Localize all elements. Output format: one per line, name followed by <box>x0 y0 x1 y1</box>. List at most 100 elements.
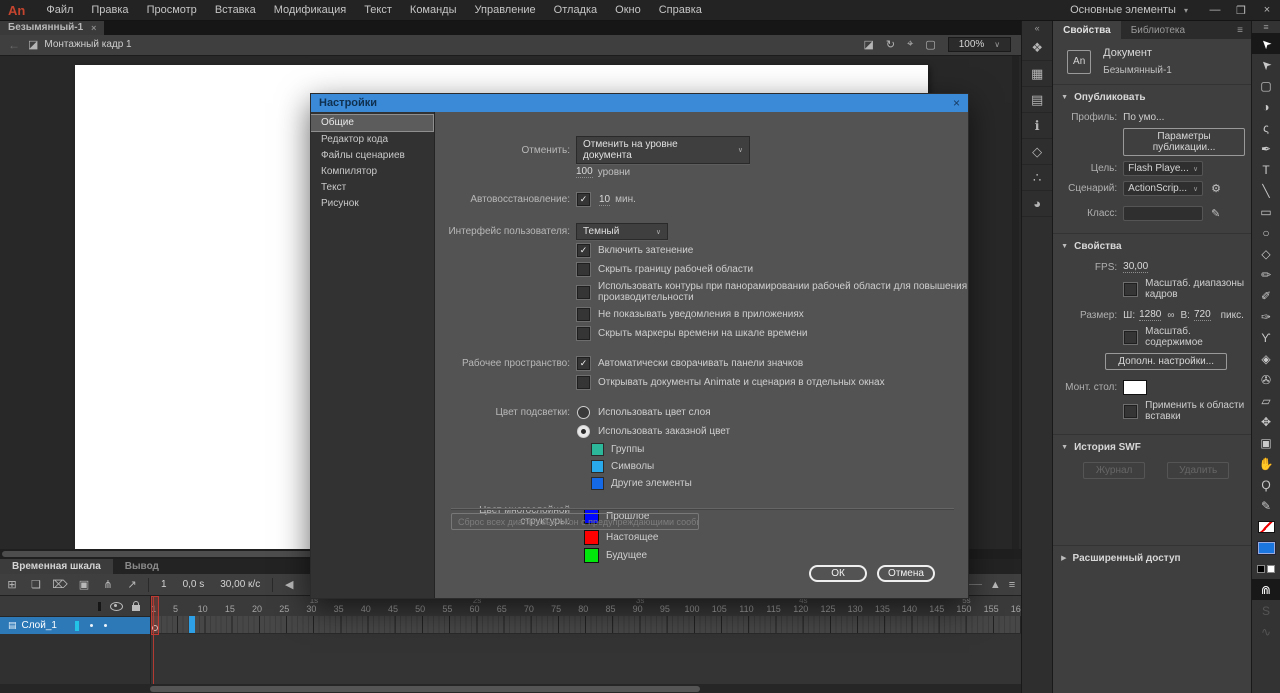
expand-panels-icon[interactable]: « <box>1035 23 1040 35</box>
back-arrow-icon[interactable]: ← <box>0 38 28 52</box>
onion-color-swatch[interactable] <box>584 530 599 545</box>
free-transform-tool[interactable]: ▢ <box>1252 75 1280 96</box>
workspace-option-checkbox[interactable]: ✓ Автоматически сворачивать панели значко… <box>576 356 803 371</box>
motion-presets-panel-icon[interactable]: ∴ <box>1022 165 1053 191</box>
color-swatch[interactable] <box>591 443 604 456</box>
selected-frame-cell[interactable] <box>189 616 195 634</box>
menu-item[interactable]: Отладка <box>545 4 606 16</box>
radio-button[interactable] <box>577 406 590 419</box>
ui-option-checkbox[interactable]: Не показывать уведомления в приложениях <box>576 307 804 322</box>
ok-button[interactable]: ОК <box>809 565 867 582</box>
default-swap-colors[interactable] <box>1252 558 1280 579</box>
profile-value[interactable]: По умо... <box>1123 112 1164 123</box>
subselection-tool[interactable]: ➤ <box>1252 54 1280 75</box>
cancel-button[interactable]: Отмена <box>877 565 935 582</box>
menu-item[interactable]: Правка <box>82 4 137 16</box>
autorecovery-checkbox[interactable]: ✓ <box>577 193 590 206</box>
new-folder-icon[interactable]: ❏ <box>24 578 48 591</box>
menu-item[interactable]: Файл <box>37 4 82 16</box>
swatches-panel-icon[interactable]: ▦ <box>1022 61 1053 87</box>
selection-tool[interactable]: ➤ <box>1252 33 1280 54</box>
ui-theme-dropdown[interactable]: Темный ∨ <box>576 223 668 240</box>
tab-close-icon[interactable]: × <box>91 23 96 33</box>
oval-tool[interactable]: ○ <box>1252 222 1280 243</box>
gradient-transform-tool[interactable]: ◑ <box>1252 96 1280 117</box>
color-swatch[interactable] <box>591 477 604 490</box>
checkbox-box[interactable] <box>1124 282 1138 296</box>
scale-content-checkbox[interactable]: Масштаб. содержимое <box>1123 326 1245 348</box>
layer-visibility-dot[interactable] <box>89 624 93 628</box>
scrollbar-thumb[interactable] <box>150 686 700 692</box>
tab-library[interactable]: Библиотека <box>1121 21 1195 39</box>
object-drawing-toggle[interactable]: S <box>1252 600 1280 621</box>
dialog-category-item[interactable]: Рисунок <box>311 196 434 212</box>
layer-row[interactable]: ▤ Слой_1 <box>0 617 150 635</box>
undo-mode-dropdown[interactable]: Отменить на уровне документа ∨ <box>576 136 750 164</box>
layer-lock-dot[interactable] <box>103 624 107 628</box>
dialog-title-bar[interactable]: Настройки × <box>311 94 968 112</box>
menu-item[interactable]: Вставка <box>206 4 265 16</box>
target-dropdown[interactable]: Flash Playe... ∨ <box>1123 161 1204 176</box>
highlight-radio[interactable]: Использовать заказной цвет <box>576 424 730 439</box>
stage-zoom-dropdown[interactable]: 100% ∨ <box>947 37 1012 53</box>
align-panel-icon[interactable]: ▤ <box>1022 87 1053 113</box>
frame-rate-indicator[interactable]: 30,00 к/с <box>220 579 260 590</box>
clip-content-outline-icon[interactable]: ▢ <box>925 38 935 51</box>
menu-item[interactable]: Команды <box>401 4 466 16</box>
creative-cloud-icon[interactable]: ◕ <box>1022 191 1053 217</box>
new-layer-icon[interactable]: ⊞ <box>0 578 24 591</box>
color-panel-icon[interactable]: ❖ <box>1022 35 1053 61</box>
current-frame-indicator[interactable]: 1 <box>161 579 167 590</box>
delete-layer-icon[interactable]: ⌦ <box>48 578 72 591</box>
timeline-ruler[interactable]: 1s2s3s4s5s151015202530354045505560657075… <box>151 596 1022 618</box>
menu-item[interactable]: Текст <box>355 4 401 16</box>
checkbox-box[interactable]: ✓ <box>577 357 590 370</box>
dialog-category-item[interactable]: Редактор кода <box>311 132 434 148</box>
properties-section-header[interactable]: ▼ Свойства <box>1059 239 1245 256</box>
publish-section-header[interactable]: ▼ Опубликовать <box>1059 90 1245 107</box>
link-dimensions-icon[interactable]: ∞ <box>1167 310 1174 321</box>
eraser-tool[interactable]: ▱ <box>1252 390 1280 411</box>
bone-tool[interactable]: Ƴ <box>1252 327 1280 348</box>
scale-spans-checkbox[interactable]: Масштаб. диапазоны кадров <box>1123 278 1245 300</box>
highlight-radio[interactable]: Использовать цвет слоя <box>576 405 711 420</box>
outline-column-icon[interactable] <box>98 601 101 611</box>
stroke-color-swatch[interactable] <box>1252 516 1280 537</box>
snap-magnet-toggle[interactable]: ⋒ <box>1252 579 1280 600</box>
fps-value[interactable]: 30,00 <box>1123 261 1149 273</box>
ui-option-checkbox[interactable]: ✓ Включить затенение <box>576 243 693 258</box>
clip-menu-icon[interactable]: ◪ <box>863 38 873 51</box>
ink-bottle-tool[interactable]: ✇ <box>1252 369 1280 390</box>
close-button[interactable]: × <box>1254 4 1280 16</box>
timeline-hscrollbar[interactable] <box>0 684 1022 693</box>
timeline-tab[interactable]: Временная шкала <box>0 559 113 575</box>
text-tool[interactable]: T <box>1252 159 1280 180</box>
ui-option-checkbox[interactable]: Использовать контуры при панорамировании… <box>576 281 968 303</box>
step-back-icon[interactable]: ◀ <box>277 578 301 591</box>
camera-tool[interactable]: ▣ <box>1252 432 1280 453</box>
checkbox-box[interactable] <box>577 308 590 321</box>
tab-properties[interactable]: Свойства <box>1053 21 1121 39</box>
smooth-curves-toggle[interactable]: ∿ <box>1252 621 1280 642</box>
layer-frames-row[interactable] <box>151 616 1022 635</box>
menu-item[interactable]: Просмотр <box>138 4 206 16</box>
wrench-icon[interactable]: ⚙ <box>1211 182 1221 195</box>
checkbox-box[interactable] <box>577 263 590 276</box>
brush-tool[interactable]: ✑ <box>1252 306 1280 327</box>
reset-dialogs-button[interactable]: Сброс всех диалоговых окон с предупрежда… <box>451 513 699 530</box>
dialog-close-icon[interactable]: × <box>953 96 960 110</box>
info-panel-icon[interactable]: ℹ <box>1022 113 1053 139</box>
ui-option-checkbox[interactable]: Скрыть маркеры времени на шкале времени <box>576 326 807 341</box>
fill-color-swatch[interactable] <box>1252 537 1280 558</box>
stage-vscrollbar[interactable] <box>1012 55 1020 550</box>
transform-panel-icon[interactable]: ◇ <box>1022 139 1053 165</box>
radio-button[interactable] <box>577 425 590 438</box>
undo-levels-value[interactable]: 100 <box>576 166 593 178</box>
timeline-zoom-icon[interactable]: ▲ <box>990 579 1001 591</box>
accessibility-header[interactable]: ▶ Расширенный доступ <box>1059 551 1245 568</box>
minimize-button[interactable]: — <box>1202 4 1228 16</box>
dialog-category-item[interactable]: Общие <box>311 114 434 132</box>
document-tab[interactable]: Безымянный-1 × <box>0 21 105 35</box>
workspace-switcher[interactable]: Основные элементы ▾ <box>1070 4 1188 16</box>
checkbox-box[interactable] <box>577 376 590 389</box>
